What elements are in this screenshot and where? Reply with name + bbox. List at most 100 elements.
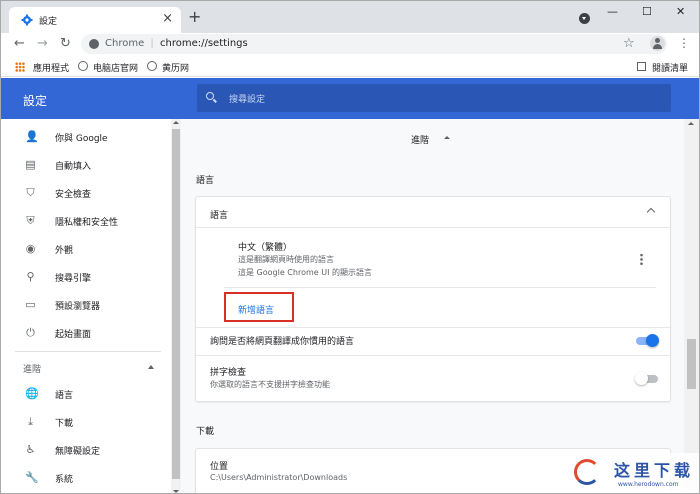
- forward-button[interactable]: →: [37, 36, 48, 52]
- sidebar-item-label: 隱私權和安全性: [55, 218, 119, 228]
- sidebar-item-label: 外觀: [55, 246, 74, 256]
- settings-search[interactable]: 搜尋設定: [197, 84, 671, 112]
- chrome-site-icon: [89, 39, 99, 49]
- back-button[interactable]: ←: [14, 36, 25, 52]
- chevron-up-icon[interactable]: [148, 365, 154, 369]
- tab-title: 設定: [39, 17, 58, 27]
- translate-offer-label: 詢問是否將網頁翻譯成你慣用的語言: [210, 337, 355, 347]
- language-description: 這是翻譯網頁時使用的語言: [238, 255, 334, 264]
- reading-list-button[interactable]: 閱讀清單: [652, 61, 688, 74]
- sidebar-item-downloads[interactable]: ⤓ 下載: [1, 409, 169, 435]
- sidebar-item-you-and-google[interactable]: 👤 你與 Google: [1, 124, 169, 150]
- sidebar-item-languages[interactable]: 🌐 語言: [1, 381, 169, 407]
- download-location-value: C:\Users\Administrator\Downloads: [210, 473, 348, 482]
- sidebar-item-system[interactable]: 🔧 系統: [1, 465, 169, 491]
- sidebar-item-privacy[interactable]: ⛨ 隱私權和安全性: [1, 208, 169, 234]
- globe-icon: 🌐: [25, 387, 39, 400]
- scroll-up-arrow-icon[interactable]: [688, 122, 694, 125]
- sidebar-item-safety-check[interactable]: ⛉ 安全檢查: [1, 180, 169, 206]
- minimize-button[interactable]: —: [607, 5, 618, 18]
- languages-section-title: 語言: [196, 176, 215, 186]
- watermark-url: www.herodown.com: [618, 481, 679, 488]
- search-input[interactable]: 搜尋設定: [229, 92, 265, 105]
- browser-menu-icon[interactable]: ⋮: [678, 37, 690, 49]
- power-icon: ⏻: [26, 326, 35, 339]
- translate-toggle[interactable]: [636, 334, 659, 347]
- scroll-up-arrow-icon[interactable]: [173, 121, 179, 124]
- palette-icon: ◉: [25, 242, 36, 255]
- advanced-section-toggle[interactable]: 進階: [411, 133, 429, 146]
- sidebar-item-default-browser[interactable]: ▭ 預設瀏覽器: [1, 292, 169, 318]
- add-languages-button[interactable]: 新增語言: [224, 292, 294, 322]
- close-window-button[interactable]: ✕: [676, 5, 685, 18]
- clipboard-icon: ▤: [25, 158, 36, 171]
- sidebar-item-accessibility[interactable]: ♿ 無障礙設定: [1, 437, 169, 463]
- more-vert-icon[interactable]: [640, 253, 643, 265]
- sidebar-item-label: 你與 Google: [55, 134, 108, 144]
- page-title: 設定: [23, 94, 48, 108]
- language-name: 中文（繁體）: [238, 243, 293, 253]
- toolbar: ← → ↻ Chrome | chrome://settings ☆ ⋮: [1, 33, 699, 55]
- download-icon: ⤓: [28, 415, 33, 428]
- downloads-section-title: 下載: [196, 427, 215, 437]
- profile-avatar-icon[interactable]: [650, 36, 665, 51]
- sidebar-item-autofill[interactable]: ▤ 自動填入: [1, 152, 169, 178]
- browser-window: 設定 × + — ☐ ✕ ← → ↻ Chrome | chrome://set…: [0, 0, 700, 494]
- new-tab-button[interactable]: +: [188, 9, 201, 25]
- search-icon: [206, 92, 214, 100]
- address-text: Chrome | chrome://settings: [105, 38, 248, 49]
- divider: [224, 287, 656, 288]
- languages-card-heading[interactable]: 語言: [210, 208, 228, 221]
- globe-icon: [78, 61, 88, 71]
- sidebar-scrollbar[interactable]: [171, 119, 181, 493]
- wrench-icon: 🔧: [25, 471, 39, 484]
- shield-check-icon: ⛉: [26, 186, 35, 199]
- sidebar: 👤 你與 Google ▤ 自動填入 ⛉ 安全檢查 ⛨ 隱私權和安全性 ◉ 外觀…: [1, 119, 181, 493]
- sidebar-item-search-engine[interactable]: ⚲ 搜尋引擎: [1, 264, 169, 290]
- address-separator: |: [150, 38, 154, 49]
- bookmark-apps[interactable]: 應用程式: [33, 61, 69, 74]
- sidebar-item-appearance[interactable]: ◉ 外觀: [1, 236, 169, 262]
- scrollbar-thumb[interactable]: [687, 339, 696, 389]
- settings-header: 設定 搜尋設定: [1, 78, 699, 119]
- address-site: Chrome: [105, 38, 145, 49]
- watermark-text: 这里下载: [614, 461, 695, 480]
- chevron-up-icon[interactable]: [646, 207, 656, 217]
- bookmark-item[interactable]: 电脑店官网: [93, 61, 138, 74]
- bookmark-star-icon[interactable]: ☆: [623, 36, 635, 51]
- sidebar-item-label: 自動填入: [55, 162, 92, 172]
- sidebar-item-label: 無障礙設定: [55, 447, 101, 457]
- tab-search-icon[interactable]: [579, 13, 590, 24]
- scrollbar-thumb[interactable]: [172, 129, 180, 479]
- reading-list-icon: [637, 62, 646, 71]
- scroll-down-arrow-icon[interactable]: [173, 490, 179, 493]
- divider: [196, 327, 670, 328]
- shield-icon: ⛨: [26, 214, 35, 227]
- main-scrollbar[interactable]: [684, 119, 699, 493]
- tab-close-icon[interactable]: ×: [162, 12, 173, 26]
- chevron-up-icon[interactable]: [444, 136, 450, 139]
- sidebar-item-on-startup[interactable]: ⏻ 起始畫面: [1, 320, 169, 346]
- sidebar-advanced-toggle[interactable]: 進階: [23, 362, 41, 375]
- search-icon: ⚲: [26, 270, 35, 283]
- apps-grid-icon: [15, 62, 25, 72]
- add-languages-label: 新增語言: [238, 306, 275, 316]
- settings-main: 進階 語言 語言 中文（繁體） 這是翻譯網頁時使用的語言 這是 Google C…: [181, 119, 699, 493]
- accessibility-icon: ♿: [25, 443, 36, 456]
- tab-settings[interactable]: 設定 ×: [9, 7, 181, 33]
- language-description: 這是 Google Chrome UI 的顯示語言: [238, 268, 372, 277]
- sidebar-divider: [15, 351, 161, 352]
- reload-button[interactable]: ↻: [60, 36, 71, 52]
- tab-strip: 設定 × + — ☐ ✕: [1, 1, 699, 33]
- settings-gear-icon: [21, 14, 33, 26]
- spellcheck-toggle[interactable]: [635, 372, 658, 385]
- sidebar-item-label: 下載: [55, 419, 74, 429]
- globe-icon: [147, 61, 157, 71]
- address-bar[interactable]: Chrome | chrome://settings: [81, 34, 667, 54]
- bookmark-item[interactable]: 黄历网: [162, 61, 189, 74]
- sidebar-item-label: 預設瀏覽器: [55, 302, 101, 312]
- divider: [196, 355, 670, 356]
- languages-card: 語言 中文（繁體） 這是翻譯網頁時使用的語言 這是 Google Chrome …: [196, 197, 670, 401]
- sidebar-item-label: 起始畫面: [55, 330, 92, 340]
- maximize-button[interactable]: ☐: [642, 5, 652, 18]
